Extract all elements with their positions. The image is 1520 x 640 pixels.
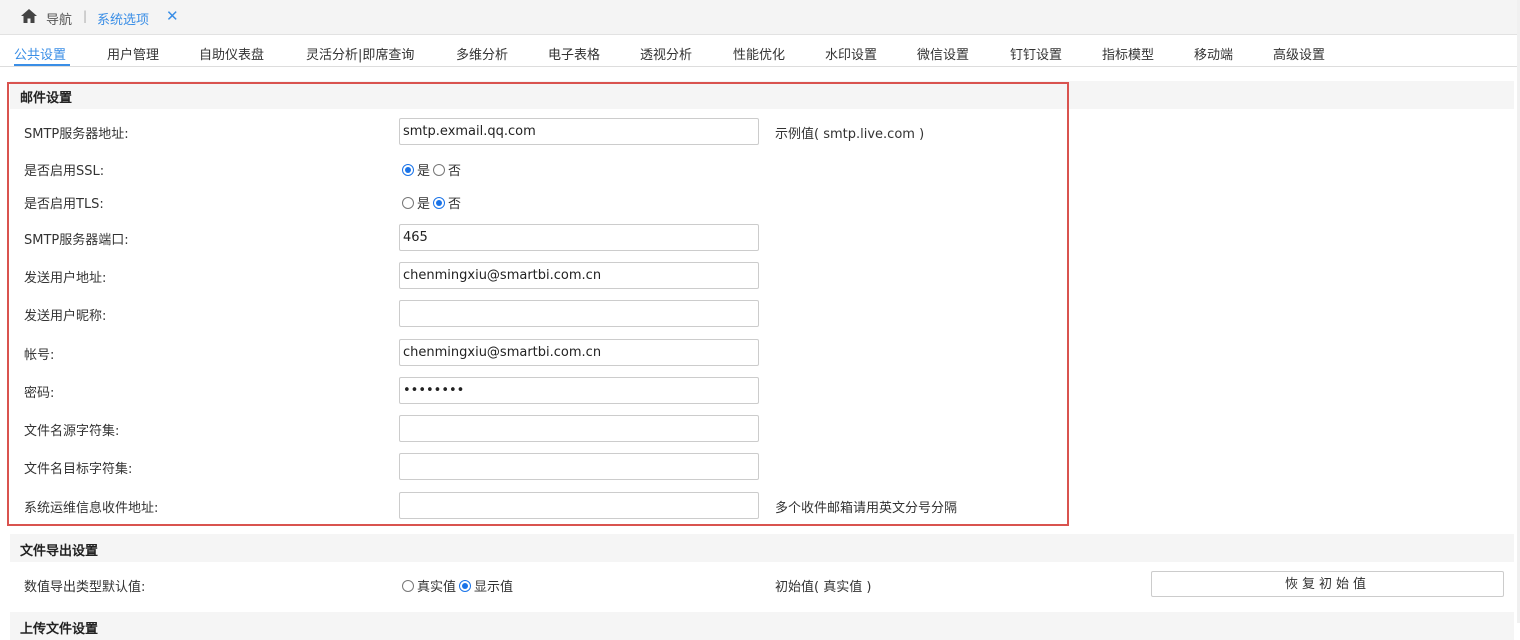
tab-advanced-settings[interactable]: 高级设置 [1273, 44, 1325, 63]
filename-source-charset-label: 文件名源字符集: [24, 424, 120, 439]
ssl-label: 是否启用SSL: [24, 164, 105, 179]
ssl-yes-label[interactable]: 是 [417, 160, 430, 179]
open-tab-system-options[interactable]: 系统选项 [97, 9, 149, 28]
sender-address-label: 发送用户地址: [24, 271, 107, 286]
tab-mobile[interactable]: 移动端 [1194, 44, 1233, 63]
smtp-server-label: SMTP服务器地址: [24, 127, 129, 142]
tls-label: 是否启用TLS: [24, 197, 104, 212]
ssl-no-radio[interactable] [433, 163, 446, 176]
password-input[interactable] [399, 377, 759, 404]
password-label: 密码: [24, 386, 55, 401]
tab-flexible-analysis[interactable]: 灵活分析|即席查询 [306, 44, 414, 63]
smtp-server-example-hint: 示例值( smtp.live.com ) [775, 127, 925, 142]
tab-self-service-dashboard[interactable]: 自助仪表盘 [199, 44, 264, 63]
smtp-server-input[interactable] [399, 118, 759, 145]
export-display-value-radio[interactable] [459, 579, 472, 592]
file-export-settings-header: 文件导出设置 [10, 534, 1514, 562]
mail-settings-title: 邮件设置 [20, 91, 73, 106]
upload-settings-header: 上传文件设置 [10, 612, 1514, 640]
sender-nickname-input[interactable] [399, 300, 759, 327]
settings-tabs: 公共设置 用户管理 自助仪表盘 灵活分析|即席查询 多维分析 电子表格 透视分析… [0, 35, 1520, 67]
tab-watermark-settings[interactable]: 水印设置 [825, 44, 877, 63]
ssl-no-label[interactable]: 否 [448, 160, 461, 179]
tab-indicator-model[interactable]: 指标模型 [1102, 44, 1154, 63]
breadcrumb-separator: | [83, 9, 88, 23]
tab-spreadsheet[interactable]: 电子表格 [548, 44, 600, 63]
filename-target-charset-input[interactable] [399, 453, 759, 480]
export-initial-value-hint: 初始值( 真实值 ) [775, 580, 872, 595]
upload-settings-title: 上传文件设置 [20, 622, 99, 637]
restore-initial-value-button[interactable]: 恢复初始值 [1151, 571, 1504, 597]
mail-settings-header: 邮件设置 [10, 81, 1514, 109]
export-type-radio-group: 真实值 显示值 [402, 576, 516, 595]
smtp-port-input[interactable] [399, 224, 759, 251]
tab-pivot-analysis[interactable]: 透视分析 [640, 44, 692, 63]
export-real-value-label[interactable]: 真实值 [417, 576, 456, 595]
tab-dingtalk-settings[interactable]: 钉钉设置 [1010, 44, 1062, 63]
account-input[interactable] [399, 339, 759, 366]
home-icon[interactable] [20, 8, 38, 24]
tls-radio-group: 是 否 [402, 193, 464, 212]
export-real-value-radio[interactable] [402, 579, 414, 592]
sender-nickname-label: 发送用户昵称: [24, 309, 107, 324]
tab-performance-optimization[interactable]: 性能优化 [733, 44, 785, 63]
tab-wechat-settings[interactable]: 微信设置 [917, 44, 969, 63]
ops-recipient-hint: 多个收件邮箱请用英文分号分隔 [775, 501, 958, 516]
export-default-type-label: 数值导出类型默认值: [24, 580, 146, 595]
filename-source-charset-input[interactable] [399, 415, 759, 442]
close-icon[interactable]: ✕ [166, 7, 179, 25]
nav-label[interactable]: 导航 [46, 9, 72, 28]
ssl-yes-radio[interactable] [402, 163, 414, 176]
ssl-radio-group: 是 否 [402, 160, 464, 179]
tls-yes-label[interactable]: 是 [417, 193, 430, 212]
active-tab-underline [14, 64, 70, 66]
filename-target-charset-label: 文件名目标字符集: [24, 462, 133, 477]
ops-recipient-label: 系统运维信息收件地址: [24, 501, 159, 516]
tls-yes-radio[interactable] [402, 196, 414, 209]
smtp-port-label: SMTP服务器端口: [24, 233, 129, 248]
tls-no-radio[interactable] [433, 196, 446, 209]
top-breadcrumb-bar: 导航 | 系统选项 ✕ [0, 0, 1520, 35]
tab-user-management[interactable]: 用户管理 [107, 44, 159, 63]
sender-address-input[interactable] [399, 262, 759, 289]
export-display-value-label[interactable]: 显示值 [474, 576, 513, 595]
ops-recipient-input[interactable] [399, 492, 759, 519]
tab-multidimensional-analysis[interactable]: 多维分析 [456, 44, 508, 63]
account-label: 帐号: [24, 348, 55, 363]
tls-no-label[interactable]: 否 [448, 193, 461, 212]
tab-public-settings[interactable]: 公共设置 [14, 44, 66, 63]
file-export-settings-title: 文件导出设置 [20, 544, 99, 559]
